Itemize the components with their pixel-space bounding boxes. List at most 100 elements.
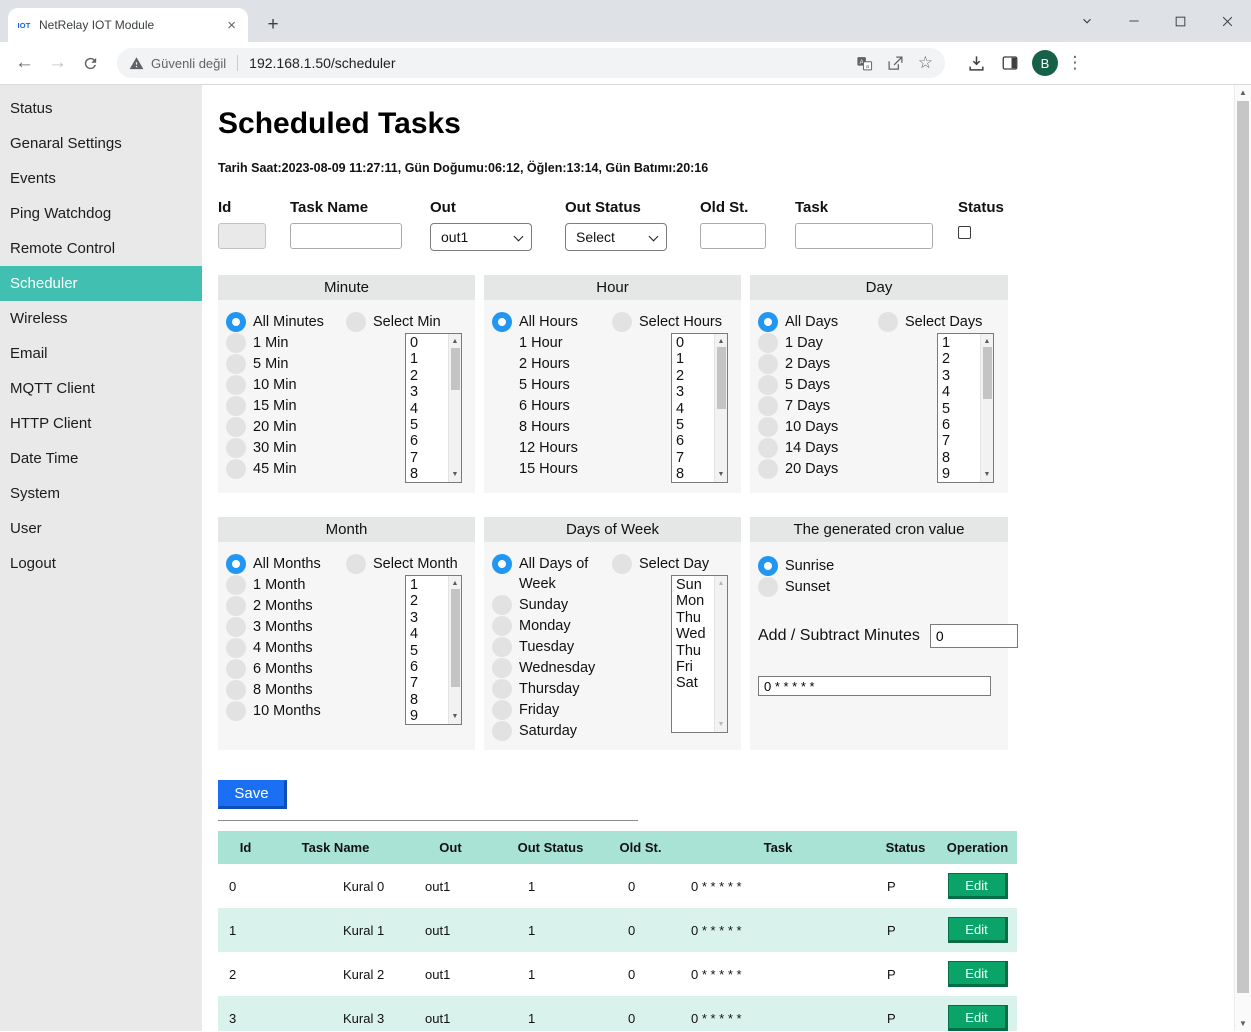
download-icon[interactable] <box>959 54 993 73</box>
minute-option[interactable]: 5 Min <box>226 354 346 374</box>
weekday-option[interactable]: Sunday <box>492 595 612 615</box>
out-select[interactable]: out1 <box>430 223 532 251</box>
profile-avatar[interactable]: B <box>1032 50 1058 76</box>
listbox-scrollbar[interactable]: ▲ ▼ <box>714 334 727 482</box>
task-field[interactable] <box>795 223 933 249</box>
radio-icon[interactable] <box>226 354 246 374</box>
select-days-option[interactable]: Select Days <box>878 312 1000 332</box>
scroll-up-icon[interactable]: ▲ <box>1235 88 1251 97</box>
scroll-up-icon[interactable]: ▲ <box>981 336 993 347</box>
cron-value-field[interactable] <box>758 676 991 696</box>
add-subtract-minutes-field[interactable] <box>930 624 1018 648</box>
day-option[interactable]: 5 Days <box>758 375 878 395</box>
radio-checked-icon[interactable] <box>226 312 246 332</box>
radio-icon[interactable] <box>758 354 778 374</box>
sidebar-item[interactable]: Wireless <box>0 301 202 336</box>
save-button[interactable]: Save <box>218 780 287 809</box>
hour-option[interactable]: 2 Hours <box>492 354 612 374</box>
hour-option[interactable]: 8 Hours <box>492 417 612 437</box>
hour-option[interactable]: 5 Hours <box>492 375 612 395</box>
sidebar-item[interactable]: Scheduler <box>0 266 202 301</box>
day-option[interactable]: 2 Days <box>758 354 878 374</box>
radio-icon[interactable] <box>612 554 632 574</box>
sidebar-item[interactable]: System <box>0 476 202 511</box>
minute-option[interactable]: 45 Min <box>226 459 346 479</box>
browser-menu-icon[interactable]: ⋮ <box>1063 53 1087 73</box>
weekday-option[interactable]: Wednesday <box>492 658 612 678</box>
radio-icon[interactable] <box>346 312 366 332</box>
hour-option[interactable]: 1 Hour <box>492 333 612 353</box>
tab-close-icon[interactable]: × <box>223 18 240 33</box>
radio-icon[interactable] <box>492 721 512 741</box>
back-icon[interactable]: ← <box>8 52 41 74</box>
day-option[interactable]: 7 Days <box>758 396 878 416</box>
month-option[interactable]: 2 Months <box>226 596 346 616</box>
scroll-down-icon[interactable]: ▼ <box>981 469 993 480</box>
radio-icon[interactable] <box>346 554 366 574</box>
url-text[interactable]: 192.168.1.50/scheduler <box>249 55 842 71</box>
listbox-scrollbar[interactable]: ▲ ▼ <box>448 334 461 482</box>
weekday-option[interactable]: Friday <box>492 700 612 720</box>
sidebar-item[interactable]: Email <box>0 336 202 371</box>
weekday-option[interactable]: Saturday <box>492 721 612 741</box>
reload-icon[interactable] <box>74 55 107 72</box>
edit-button[interactable]: Edit <box>948 873 1008 899</box>
weekday-listbox[interactable]: SunMonThuWedThuFriSat ▲ ▼ <box>671 575 728 733</box>
radio-checked-icon[interactable] <box>492 312 512 332</box>
close-window-icon[interactable] <box>1204 0 1251 42</box>
radio-icon[interactable] <box>226 375 246 395</box>
radio-icon[interactable] <box>226 438 246 458</box>
share-icon[interactable] <box>887 55 904 72</box>
month-option[interactable]: 4 Months <box>226 638 346 658</box>
scroll-thumb[interactable] <box>451 348 460 390</box>
translate-icon[interactable]: Aa <box>856 55 873 72</box>
radio-checked-icon[interactable] <box>226 554 246 574</box>
radio-icon[interactable] <box>758 577 778 597</box>
minute-option[interactable]: 10 Min <box>226 375 346 395</box>
weekday-option[interactable]: Monday <box>492 616 612 636</box>
radio-icon[interactable] <box>226 680 246 700</box>
edit-button[interactable]: Edit <box>948 961 1008 987</box>
radio-icon[interactable] <box>878 312 898 332</box>
maximize-icon[interactable] <box>1157 0 1204 42</box>
day-option[interactable]: 20 Days <box>758 459 878 479</box>
out-status-select[interactable]: Select <box>565 223 667 251</box>
listbox-scrollbar[interactable]: ▲ ▼ <box>980 334 993 482</box>
radio-icon[interactable] <box>226 459 246 479</box>
day-option[interactable]: 10 Days <box>758 417 878 437</box>
old-st-field[interactable] <box>700 223 766 249</box>
all-days-of-week-option[interactable]: All Days of Week <box>492 554 612 594</box>
status-checkbox[interactable] <box>958 226 971 239</box>
minute-listbox[interactable]: 0123456789 ▲ ▼ <box>405 333 462 483</box>
day-listbox[interactable]: 12345678910 ▲ ▼ <box>937 333 994 483</box>
radio-icon[interactable] <box>226 617 246 637</box>
radio-icon[interactable] <box>226 659 246 679</box>
radio-icon[interactable] <box>758 438 778 458</box>
all-days-option[interactable]: All Days <box>758 312 878 332</box>
scroll-thumb[interactable] <box>451 589 460 687</box>
radio-checked-icon[interactable] <box>492 554 512 574</box>
sunrise-option[interactable]: Sunrise <box>758 556 998 576</box>
scroll-thumb[interactable] <box>717 347 726 409</box>
scroll-thumb[interactable] <box>1237 101 1249 993</box>
day-option[interactable]: 14 Days <box>758 438 878 458</box>
scroll-down-icon[interactable]: ▼ <box>1235 1019 1251 1028</box>
scroll-down-icon[interactable]: ▼ <box>449 469 461 480</box>
day-option[interactable]: 1 Day <box>758 333 878 353</box>
weekday-option[interactable]: Tuesday <box>492 637 612 657</box>
month-option[interactable]: 10 Months <box>226 701 346 721</box>
month-listbox[interactable]: 12345678910 ▲ ▼ <box>405 575 462 725</box>
all-hours-option[interactable]: All Hours <box>492 312 612 332</box>
radio-icon[interactable] <box>226 596 246 616</box>
month-option[interactable]: 8 Months <box>226 680 346 700</box>
radio-checked-icon[interactable] <box>758 556 778 576</box>
forward-icon[interactable]: → <box>41 52 74 74</box>
task-name-field[interactable] <box>290 223 402 249</box>
select-min-option[interactable]: Select Min <box>346 312 467 332</box>
scroll-down-icon[interactable]: ▼ <box>715 469 727 480</box>
minute-option[interactable]: 20 Min <box>226 417 346 437</box>
new-tab-button[interactable]: + <box>260 14 286 36</box>
radio-icon[interactable] <box>758 459 778 479</box>
sidebar-item[interactable]: Logout <box>0 546 202 581</box>
hour-option[interactable]: 15 Hours <box>492 459 612 479</box>
